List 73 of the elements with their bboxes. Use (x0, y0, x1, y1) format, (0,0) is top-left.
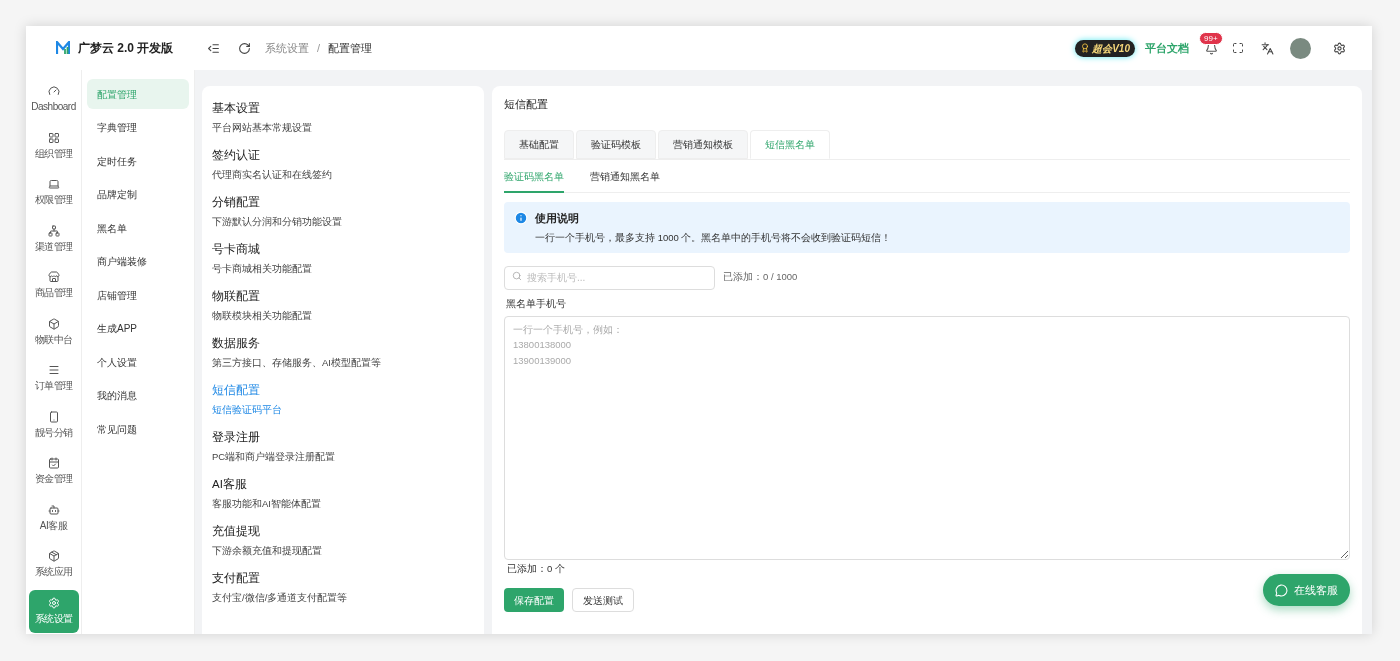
config-section-item[interactable]: 分销配置 下游默认分润和分销功能设置 (212, 194, 474, 230)
config-section-item[interactable]: 支付配置 支付宝/微信/多通道支付配置等 (212, 570, 474, 606)
rail-nav-item[interactable]: AI客服 (28, 496, 79, 540)
robot-icon (47, 503, 60, 516)
config-section-item[interactable]: 签约认证 代理商实名认证和在线签约 (212, 147, 474, 183)
refresh-icon[interactable] (238, 41, 251, 55)
notice-title: 使用说明 (535, 210, 579, 226)
config-section-item[interactable]: 数据服务 第三方接口、存储服务、AI模型配置等 (212, 335, 474, 371)
config-section-item[interactable]: AI客服 客服功能和AI智能体配置 (212, 476, 474, 512)
settings-icon (47, 596, 60, 609)
tab[interactable]: 基础配置 (504, 129, 574, 159)
rail-nav-item[interactable]: 靓号分销 (28, 403, 79, 447)
config-section-item[interactable]: 物联配置 物联模块相关功能配置 (212, 288, 474, 324)
tab[interactable]: 营销通知模板 (658, 129, 748, 159)
rail-nav-item[interactable]: Dashboard (28, 78, 79, 122)
rail-nav-item[interactable]: 订单管理 (28, 357, 79, 401)
submenu-item[interactable]: 品牌定制 (87, 179, 189, 210)
added-count-text: 已添加：0 个 (506, 561, 566, 576)
phone-icon (47, 410, 60, 423)
grid-icon (47, 131, 60, 144)
field-label: 黑名单手机号 (505, 296, 567, 311)
rail-nav-item[interactable]: 渠道管理 (28, 217, 79, 261)
rail-nav-item[interactable]: 组织管理 (28, 124, 79, 168)
settings-icon[interactable] (1333, 41, 1346, 55)
config-section-item[interactable]: 基本设置 平台网站基本常规设置 (212, 100, 474, 136)
submenu-item[interactable]: 字典管理 (87, 112, 189, 143)
search-field[interactable]: 搜索手机号... (504, 265, 715, 290)
submenu-item[interactable]: 定时任务 (87, 146, 189, 176)
collapse-menu-icon[interactable] (207, 41, 220, 55)
submenu-item[interactable]: 店铺管理 (87, 280, 189, 310)
package-icon (47, 550, 60, 563)
notice-text: 一行一个手机号，最多支持 1000 个。黑名单中的手机号将不会收到验证码短信！ (534, 231, 893, 245)
menu-icon (47, 364, 60, 377)
language-icon[interactable] (1261, 41, 1274, 55)
send-test-button[interactable]: 发送测试 (572, 588, 634, 612)
submenu-item[interactable]: 常见问题 (87, 414, 189, 444)
submenu-item[interactable]: 我的消息 (87, 380, 189, 411)
network-icon (47, 224, 60, 237)
submenu-item[interactable]: 生成APP (87, 313, 189, 344)
calendar-icon (47, 457, 60, 470)
vip-badge[interactable]: 超会V10 (1075, 39, 1135, 57)
config-section-item[interactable]: 登录注册 PC端和商户端登录注册配置 (212, 429, 474, 465)
added-total-text: 已添加：0 / 1000 (723, 269, 798, 284)
breadcrumb-item: 配置管理 (328, 40, 373, 56)
rail-nav-item[interactable]: 系统应用 (28, 543, 79, 587)
subtab[interactable]: 营销通知黑名单 (590, 168, 660, 193)
store-icon (47, 271, 60, 284)
avatar-photo-placeholder[interactable] (1290, 37, 1311, 59)
panel-title: 短信配置 (504, 97, 549, 112)
submenu-item[interactable]: 黑名单 (87, 213, 189, 243)
rail-nav-item[interactable]: 商品管理 (28, 264, 79, 308)
config-section-item[interactable]: 号卡商城 号卡商城相关功能配置 (212, 241, 474, 277)
chat-icon (1275, 583, 1288, 597)
breadcrumb-separator: / (317, 40, 321, 56)
gauge-icon (47, 85, 60, 98)
config-section-item[interactable]: 短信配置 短信验证码平台 (212, 382, 474, 418)
notification-count: 99+ (1199, 31, 1223, 45)
rail-nav-item[interactable]: 资金管理 (28, 450, 79, 494)
submenu-item[interactable]: 个人设置 (87, 347, 189, 377)
logo-icon (56, 41, 70, 55)
brand-title: 广梦云 2.0 开发版 (78, 40, 174, 57)
submenu-item[interactable]: 商户端装修 (87, 246, 189, 277)
tab[interactable]: 验证码模板 (576, 129, 656, 159)
laptop-icon (47, 178, 60, 191)
info-icon (514, 210, 528, 225)
fullscreen-icon[interactable] (1232, 42, 1244, 54)
config-section-item[interactable]: 充值提现 下游余额充值和提现配置 (212, 523, 474, 559)
rail-nav-item[interactable]: 物联中台 (28, 310, 79, 354)
breadcrumb-item[interactable]: 系统设置 (265, 39, 309, 57)
cube-icon (47, 317, 60, 330)
search-icon (512, 271, 522, 282)
rail-nav-item[interactable]: 权限管理 (28, 171, 79, 215)
medal-icon (1080, 43, 1091, 53)
